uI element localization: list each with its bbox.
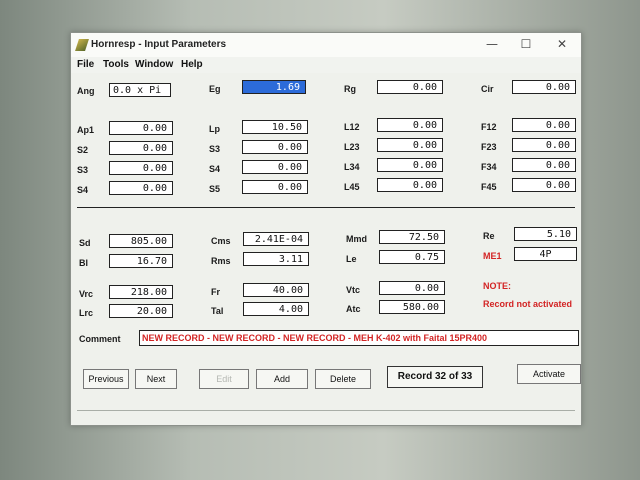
- field-cms[interactable]: 2.41E-04: [243, 232, 309, 246]
- field-l23[interactable]: 0.00: [377, 138, 443, 152]
- field-ang[interactable]: 0.0 x Pi: [109, 83, 171, 97]
- edit-button[interactable]: Edit: [199, 369, 249, 389]
- note-label: NOTE:: [483, 281, 511, 291]
- field-cir[interactable]: 0.00: [512, 80, 576, 94]
- field-vtc[interactable]: 0.00: [379, 281, 445, 295]
- menu-window[interactable]: Window: [135, 59, 173, 70]
- delete-button[interactable]: Delete: [315, 369, 371, 389]
- label-mmd: Mmd: [346, 234, 367, 244]
- label-s4-right: S4: [209, 164, 221, 174]
- section-divider: [77, 207, 575, 208]
- field-sd[interactable]: 805.00: [109, 234, 173, 248]
- label-sd: Sd: [79, 238, 91, 248]
- field-vrc[interactable]: 218.00: [109, 285, 173, 299]
- status-bar: [77, 410, 575, 421]
- label-f45: F45: [481, 182, 497, 192]
- minimize-button[interactable]: —: [479, 35, 505, 53]
- label-s3-right: S3: [209, 144, 221, 154]
- field-s5[interactable]: 0.00: [242, 180, 308, 194]
- close-button[interactable]: ✕: [549, 35, 575, 53]
- label-ap1: Ap1: [77, 125, 95, 135]
- field-f45[interactable]: 0.00: [512, 178, 576, 192]
- field-atc[interactable]: 580.00: [379, 300, 445, 314]
- field-s3-right[interactable]: 0.00: [242, 140, 308, 154]
- title-bar: Hornresp - Input Parameters — ☐ ✕: [71, 33, 581, 57]
- record-indicator: Record 32 of 33: [387, 366, 483, 388]
- label-f23: F23: [481, 142, 497, 152]
- label-f34: F34: [481, 162, 497, 172]
- activate-button[interactable]: Activate: [517, 364, 581, 384]
- label-l12: L12: [344, 122, 360, 132]
- label-l34: L34: [344, 162, 360, 172]
- field-rg[interactable]: 0.00: [377, 80, 443, 94]
- label-lrc: Lrc: [79, 308, 94, 318]
- label-s4: S4: [77, 185, 89, 195]
- field-f12[interactable]: 0.00: [512, 118, 576, 132]
- label-fr: Fr: [211, 287, 220, 297]
- label-le: Le: [346, 254, 357, 264]
- field-ap1[interactable]: 0.00: [109, 121, 173, 135]
- field-s2[interactable]: 0.00: [109, 141, 173, 155]
- label-bl: Bl: [79, 258, 88, 268]
- field-l45[interactable]: 0.00: [377, 178, 443, 192]
- field-s3[interactable]: 0.00: [109, 161, 173, 175]
- field-lp[interactable]: 10.50: [242, 120, 308, 134]
- hornresp-app-icon: [75, 39, 89, 51]
- field-s4[interactable]: 0.00: [109, 181, 173, 195]
- label-l23: L23: [344, 142, 360, 152]
- comment-field[interactable]: NEW RECORD - NEW RECORD - NEW RECORD - M…: [139, 330, 579, 346]
- label-rms: Rms: [211, 256, 231, 266]
- label-s5: S5: [209, 184, 221, 194]
- label-ang: Ang: [77, 86, 95, 96]
- field-rms[interactable]: 3.11: [243, 252, 309, 266]
- note-text: Record not activated: [483, 299, 573, 309]
- previous-button[interactable]: Previous: [83, 369, 129, 389]
- next-button[interactable]: Next: [135, 369, 177, 389]
- window-title: Hornresp - Input Parameters: [91, 39, 227, 50]
- field-l12[interactable]: 0.00: [377, 118, 443, 132]
- input-parameters-window: Hornresp - Input Parameters — ☐ ✕ File T…: [70, 32, 582, 426]
- field-f23[interactable]: 0.00: [512, 138, 576, 152]
- label-atc: Atc: [346, 304, 361, 314]
- field-l34[interactable]: 0.00: [377, 158, 443, 172]
- label-lp: Lp: [209, 124, 220, 134]
- label-s2: S2: [77, 145, 89, 155]
- field-fr[interactable]: 40.00: [243, 283, 309, 297]
- label-cir: Cir: [481, 84, 494, 94]
- field-lrc[interactable]: 20.00: [109, 304, 173, 318]
- field-s4-right[interactable]: 0.00: [242, 160, 308, 174]
- parameter-form: Ang 0.0 x Pi Eg 1.69 Rg 0.00 Cir 0.00 Ap…: [71, 73, 581, 425]
- label-vtc: Vtc: [346, 285, 361, 295]
- field-bl[interactable]: 16.70: [109, 254, 173, 268]
- menu-help[interactable]: Help: [181, 59, 203, 70]
- label-me1: ME1: [483, 251, 502, 261]
- add-button[interactable]: Add: [256, 369, 308, 389]
- field-mmd[interactable]: 72.50: [379, 230, 445, 244]
- label-l45: L45: [344, 182, 360, 192]
- label-re: Re: [483, 231, 495, 241]
- field-re[interactable]: 5.10: [514, 227, 577, 241]
- field-tal[interactable]: 4.00: [243, 302, 309, 316]
- field-f34[interactable]: 0.00: [512, 158, 576, 172]
- label-s3: S3: [77, 165, 89, 175]
- menu-file[interactable]: File: [77, 59, 94, 70]
- field-le[interactable]: 0.75: [379, 250, 445, 264]
- comment-label: Comment: [79, 334, 121, 344]
- menu-bar: File Tools Window Help: [71, 57, 581, 73]
- label-cms: Cms: [211, 236, 231, 246]
- label-f12: F12: [481, 122, 497, 132]
- label-eg: Eg: [209, 84, 221, 94]
- label-rg: Rg: [344, 84, 356, 94]
- maximize-button[interactable]: ☐: [513, 35, 539, 53]
- label-vrc: Vrc: [79, 289, 94, 299]
- field-me1[interactable]: 4P: [514, 247, 577, 261]
- label-tal: Tal: [211, 306, 224, 316]
- menu-tools[interactable]: Tools: [103, 59, 129, 70]
- field-eg[interactable]: 1.69: [242, 80, 306, 94]
